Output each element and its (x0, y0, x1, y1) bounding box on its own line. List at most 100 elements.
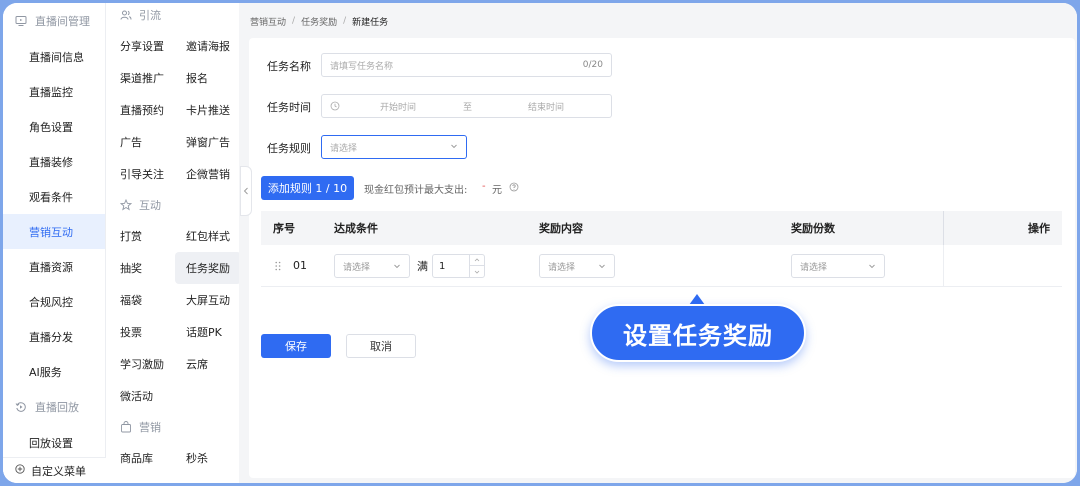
menu-signup[interactable]: 报名 (175, 62, 241, 94)
menu-lottery[interactable]: 抽奖 (109, 252, 175, 284)
stepper-controls (469, 255, 484, 277)
end-time-input[interactable]: 结束时间 (528, 100, 564, 113)
clock-icon (330, 101, 340, 114)
section-marketing: 营销 (106, 412, 239, 442)
condition-select[interactable]: 请选择 (334, 254, 410, 278)
sidebar-group-live-room[interactable]: 直播间管理 (3, 3, 105, 39)
custom-menu-label: 自定义菜单 (31, 464, 86, 478)
menu-card-push[interactable]: 卡片推送 (175, 94, 241, 126)
primary-sidebar: 直播间管理 直播间信息 直播监控 角色设置 直播装修 观看条件 营销互动 直播资… (3, 3, 106, 483)
reward-rules-table: 序号 达成条件 奖励内容 奖励份数 操作 01 请选择 满 1 请选择 请选择 (261, 211, 1062, 287)
menu-micro-activity[interactable]: 微活动 (109, 380, 175, 412)
chevron-left-icon (243, 187, 248, 195)
quantity-value: 1 (439, 260, 446, 272)
menu-flash-sale[interactable]: 秒杀 (175, 442, 241, 474)
users-icon (120, 9, 132, 21)
menu-big-screen[interactable]: 大屏互动 (175, 284, 241, 316)
app-window: 直播间管理 直播间信息 直播监控 角色设置 直播装修 观看条件 营销互动 直播资… (3, 3, 1077, 483)
table-header: 序号 达成条件 奖励内容 奖励份数 操作 (261, 211, 1062, 245)
increment-button[interactable] (470, 255, 484, 266)
decrement-button[interactable] (470, 266, 484, 277)
task-name-placeholder: 请填写任务名称 (330, 61, 394, 72)
reward-count-select[interactable]: 请选择 (791, 254, 885, 278)
sidebar-item-roles[interactable]: 角色设置 (3, 109, 105, 144)
section-interaction-items: 打赏 红包样式 抽奖 任务奖励 福袋 大屏互动 投票 话题PK 学习激励 云席 … (106, 220, 241, 412)
save-button[interactable]: 保存 (261, 334, 331, 358)
chevron-down-icon (450, 142, 458, 153)
menu-live-reservation[interactable]: 直播预约 (109, 94, 175, 126)
sidebar-group-label: 直播回放 (35, 401, 79, 414)
task-name-label: 任务名称 (267, 60, 311, 73)
sidebar-item-live-info[interactable]: 直播间信息 (3, 39, 105, 74)
breadcrumb-separator: / (343, 16, 347, 26)
bag-icon (120, 421, 132, 433)
section-interaction: 互动 (106, 190, 239, 220)
task-time-range[interactable]: 开始时间 至 结束时间 (321, 94, 612, 118)
sidebar-item-distribution[interactable]: 直播分发 (3, 319, 105, 354)
main-content: 营销互动 / 任务奖励 / 新建任务 任务名称 请填写任务名称 0/20 任务时… (239, 3, 1077, 483)
condition-placeholder: 请选择 (343, 262, 371, 273)
sidebar-item-resources[interactable]: 直播资源 (3, 249, 105, 284)
menu-share-settings[interactable]: 分享设置 (109, 30, 175, 62)
task-form-card: 任务名称 请填写任务名称 0/20 任务时间 开始时间 至 结束时间 任务规则 … (249, 38, 1075, 478)
chevron-down-icon (868, 262, 876, 272)
section-title: 引流 (139, 9, 161, 22)
add-rule-button[interactable]: 添加规则 1 / 10 (261, 176, 354, 200)
replay-icon (15, 401, 27, 413)
task-rule-label: 任务规则 (267, 142, 311, 155)
start-time-input[interactable]: 开始时间 (380, 100, 416, 113)
sidebar-item-ai-service[interactable]: AI服务 (3, 354, 105, 389)
section-traffic-items: 分享设置 邀请海报 渠道推广 报名 直播预约 卡片推送 广告 弹窗广告 引导关注… (106, 30, 239, 190)
drag-handle-icon[interactable] (275, 261, 281, 274)
menu-tipping[interactable]: 打赏 (109, 220, 175, 252)
menu-ads[interactable]: 广告 (109, 126, 175, 158)
section-title: 营销 (139, 421, 161, 434)
menu-learning-incentive[interactable]: 学习激励 (109, 348, 175, 380)
menu-invite-poster[interactable]: 邀请海报 (175, 30, 241, 62)
menu-product-library[interactable]: 商品库 (109, 442, 175, 474)
task-name-input[interactable]: 请填写任务名称 0/20 (321, 53, 612, 77)
star-icon (120, 199, 132, 211)
collapse-sidebar-button[interactable] (240, 166, 252, 216)
sidebar-item-live-monitor[interactable]: 直播监控 (3, 74, 105, 109)
menu-task-reward[interactable]: 任务奖励 (175, 252, 241, 284)
breadcrumb: 营销互动 / 任务奖励 / 新建任务 (250, 14, 388, 28)
callout-bubble: 设置任务奖励 (590, 304, 806, 362)
breadcrumb-item[interactable]: 任务奖励 (301, 15, 337, 28)
custom-menu-button[interactable]: 自定义菜单 (3, 457, 106, 483)
menu-redpacket-style[interactable]: 红包样式 (175, 220, 241, 252)
sidebar-item-replay-settings[interactable]: 回放设置 (3, 425, 105, 460)
cancel-button[interactable]: 取消 (346, 334, 416, 358)
header-divider (943, 211, 944, 245)
sidebar-group-replay[interactable]: 直播回放 (3, 389, 105, 425)
help-icon[interactable] (509, 182, 519, 195)
sidebar-item-decoration[interactable]: 直播装修 (3, 144, 105, 179)
sidebar-item-compliance[interactable]: 合规风控 (3, 284, 105, 319)
breadcrumb-item[interactable]: 营销互动 (250, 15, 286, 28)
header-reward-count: 奖励份数 (791, 222, 835, 235)
menu-lucky-bag[interactable]: 福袋 (109, 284, 175, 316)
reward-content-select[interactable]: 请选择 (539, 254, 615, 278)
sidebar-group-label: 直播间管理 (35, 15, 90, 28)
menu-popup-ads[interactable]: 弹窗广告 (175, 126, 241, 158)
menu-wecom-marketing[interactable]: 企微营销 (175, 158, 241, 190)
task-rule-select[interactable]: 请选择 (321, 135, 467, 159)
header-actions: 操作 (1028, 222, 1050, 235)
plus-circle-icon (15, 464, 25, 477)
menu-channel-promo[interactable]: 渠道推广 (109, 62, 175, 94)
menu-cloud-seat[interactable]: 云席 (175, 348, 241, 380)
range-separator: 至 (463, 102, 473, 113)
reward-placeholder: 请选择 (548, 262, 576, 273)
menu-vote[interactable]: 投票 (109, 316, 175, 348)
breadcrumb-separator: / (292, 16, 296, 26)
section-marketing-items: 商品库 秒杀 (106, 442, 239, 474)
section-title: 互动 (139, 199, 161, 212)
full-label: 满 (417, 259, 428, 273)
header-reward-content: 奖励内容 (539, 222, 583, 235)
row-index: 01 (293, 259, 307, 272)
quantity-stepper[interactable]: 1 (432, 254, 485, 278)
sidebar-item-marketing[interactable]: 营销互动 (3, 214, 105, 249)
menu-follow-guide[interactable]: 引导关注 (109, 158, 175, 190)
sidebar-item-watch-conditions[interactable]: 观看条件 (3, 179, 105, 214)
menu-topic-pk[interactable]: 话题PK (175, 316, 241, 348)
